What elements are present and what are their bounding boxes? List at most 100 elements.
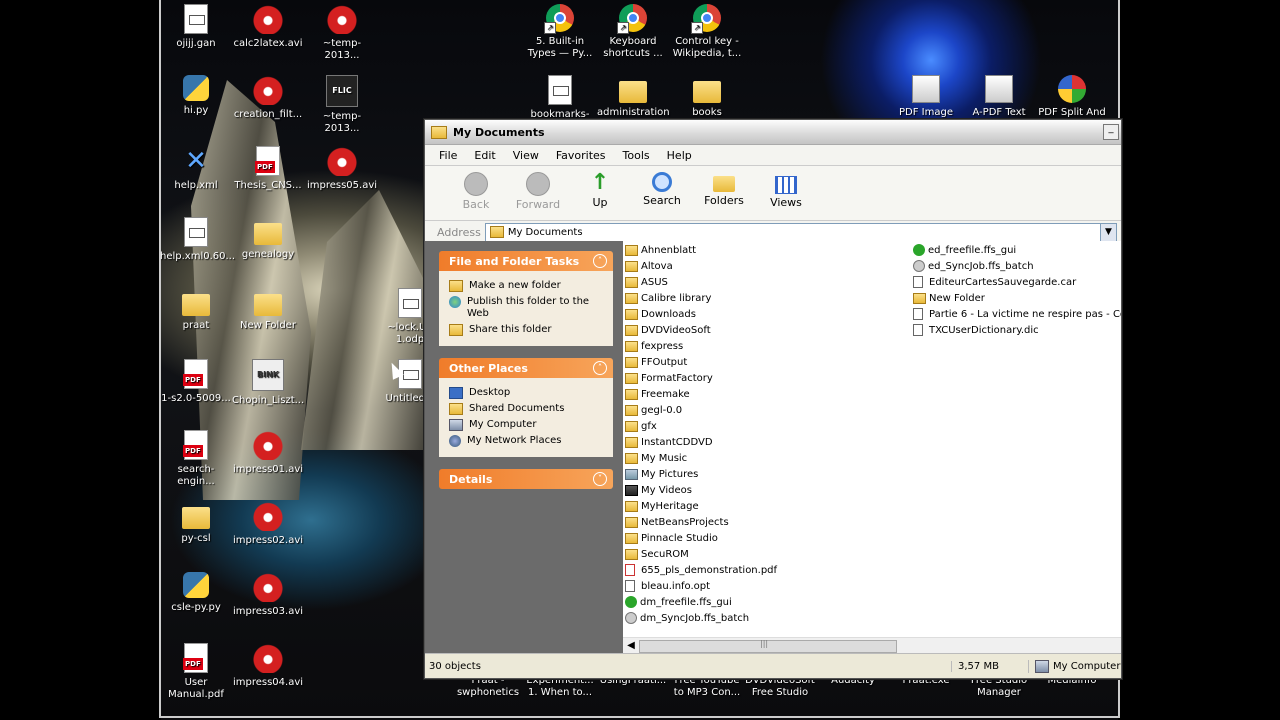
file-item[interactable]: Downloads — [625, 306, 777, 322]
desktop-icon-item[interactable]: User Manual.pdf — [160, 643, 232, 701]
title-bar[interactable]: My Documents _ — [425, 120, 1121, 145]
desktop-icon-item[interactable]: ~temp-2013... — [306, 4, 378, 62]
file-item[interactable]: ed_SyncJob.ffs_batch — [913, 258, 1121, 274]
desktop-icon-item[interactable]: search-engin... — [160, 430, 232, 488]
file-item[interactable]: Calibre library — [625, 290, 777, 306]
chevron-up-icon[interactable]: ˄ — [593, 361, 607, 375]
up-button[interactable]: ↑ Up — [569, 170, 631, 210]
file-item[interactable]: SecuROM — [625, 546, 777, 562]
desktop-icon-item[interactable]: 5. Built-in Types — Py... — [524, 4, 596, 60]
task-publish-web[interactable]: Publish this folder to the Web — [449, 296, 607, 320]
place-desktop[interactable]: Desktop — [449, 387, 607, 399]
desktop-icon-label: PDF Split And — [1038, 107, 1106, 118]
desktop-icon-item[interactable]: BINK Chopin_Liszt... — [232, 359, 304, 407]
scroll-left-icon[interactable]: ◀ — [625, 639, 637, 652]
desktop-icon-item[interactable]: impress03.avi — [232, 572, 304, 618]
file-folder-tasks-header[interactable]: File and Folder Tasks ˄ — [439, 251, 613, 271]
desktop-icon-item[interactable]: PDF Image — [890, 75, 962, 119]
desktop-icon-item[interactable]: impress01.avi — [232, 430, 304, 476]
search-button[interactable]: Search — [631, 170, 693, 207]
desktop-icon-item[interactable]: 1-s2.0-5009... — [160, 359, 232, 405]
desktop-icon-item[interactable]: administration — [597, 75, 670, 119]
desktop-icon-item[interactable]: impress04.avi — [232, 643, 304, 689]
other-places-header[interactable]: Other Places ˄ — [439, 358, 613, 378]
file-item[interactable]: gegl-0.0 — [625, 402, 777, 418]
folder-icon — [625, 292, 638, 304]
desktop-icon-item[interactable]: PDF Split And — [1036, 75, 1108, 119]
menu-edit[interactable]: Edit — [474, 149, 495, 162]
folders-button[interactable]: Folders — [693, 170, 755, 207]
horizontal-scrollbar[interactable]: ◀ — [623, 637, 1121, 654]
file-item[interactable]: ASUS — [625, 274, 777, 290]
menu-help[interactable]: Help — [667, 149, 692, 162]
file-item[interactable]: MyHeritage — [625, 498, 777, 514]
desktop-icon-item[interactable]: impress05.avi — [306, 146, 378, 192]
file-item[interactable]: Freemake — [625, 386, 777, 402]
desktop-icon-item[interactable]: hi.py — [160, 75, 232, 117]
file-item[interactable]: My Videos — [625, 482, 777, 498]
chevron-down-icon[interactable]: ˅ — [593, 472, 607, 486]
file-item[interactable]: My Pictures — [625, 466, 777, 482]
scroll-thumb[interactable] — [639, 639, 897, 653]
desktop-icon-item[interactable]: help.xml0.60... — [160, 217, 235, 263]
file-item[interactable]: DVDVideoSoft — [625, 322, 777, 338]
file-item[interactable]: dm_freefile.ffs_gui — [625, 594, 777, 610]
minimize-button[interactable]: _ — [1103, 124, 1119, 140]
file-item[interactable]: ed_freefile.ffs_gui — [913, 242, 1121, 258]
place-shared-documents[interactable]: Shared Documents — [449, 403, 607, 415]
place-my-computer[interactable]: My Computer — [449, 419, 607, 431]
explorer-window[interactable]: My Documents _ File Edit View Favorites … — [424, 119, 1122, 679]
desktop-icon-item[interactable]: csle-py.py — [160, 572, 232, 614]
menu-file[interactable]: File — [439, 149, 457, 162]
desktop-icon-item[interactable]: impress02.avi — [232, 501, 304, 547]
file-item[interactable]: bleau.info.opt — [625, 578, 777, 594]
file-item[interactable]: TXCUserDictionary.dic — [913, 322, 1121, 338]
file-item[interactable]: dm_SyncJob.ffs_batch — [625, 610, 777, 626]
file-item[interactable]: fexpress — [625, 338, 777, 354]
desktop-icon-item[interactable]: genealogy — [232, 217, 304, 261]
desktop-icon-item[interactable]: A-PDF Text — [963, 75, 1035, 119]
details-header[interactable]: Details ˅ — [439, 469, 613, 489]
file-item[interactable]: gfx — [625, 418, 777, 434]
back-button[interactable]: Back — [445, 170, 507, 211]
task-make-folder[interactable]: Make a new folder — [449, 280, 607, 292]
file-item[interactable]: Altova — [625, 258, 777, 274]
menu-favorites[interactable]: Favorites — [556, 149, 606, 162]
views-button[interactable]: Views — [755, 170, 817, 209]
chevron-down-icon[interactable]: ▼ — [1100, 223, 1116, 241]
menu-view[interactable]: View — [513, 149, 539, 162]
menu-tools[interactable]: Tools — [623, 149, 650, 162]
desktop-icon-item[interactable]: New Folder — [232, 288, 304, 332]
file-item[interactable]: My Music — [625, 450, 777, 466]
desktop-icon-item[interactable]: FLIC ~temp-2013... — [306, 75, 378, 135]
file-item[interactable]: InstantCDDVD — [625, 434, 777, 450]
desktop-icon-item[interactable]: Thesis_CNS... — [232, 146, 304, 192]
forward-button[interactable]: Forward — [507, 170, 569, 211]
place-network[interactable]: My Network Places — [449, 435, 607, 447]
desktop-icon-item[interactable]: py-csl — [160, 501, 232, 545]
file-item[interactable]: New Folder — [913, 290, 1121, 306]
desktop-icon-item[interactable]: ✕ help.xml — [160, 146, 232, 192]
file-list[interactable]: Ahnenblatt Altova ASUS Calibre library Downl… — [623, 241, 1121, 654]
file-item[interactable]: 655_pls_demonstration.pdf — [625, 562, 777, 578]
file-item[interactable]: Pinnacle Studio — [625, 530, 777, 546]
desktop-icon-item[interactable]: books — [671, 75, 743, 119]
file-item[interactable]: EditeurCartesSauvegarde.car — [913, 274, 1121, 290]
desktop-icon-item[interactable]: creation_filt... — [232, 75, 304, 121]
file-item[interactable]: NetBeansProjects — [625, 514, 777, 530]
desktop-icon-item[interactable]: Keyboard shortcuts ... — [597, 4, 669, 60]
task-share-folder[interactable]: Share this folder — [449, 324, 607, 336]
desktop-icon-item[interactable]: praat — [160, 288, 232, 332]
file-name: DVDVideoSoft — [641, 324, 711, 336]
file-item[interactable]: Ahnenblatt — [625, 242, 777, 258]
chevron-up-icon[interactable]: ˄ — [593, 254, 607, 268]
file-item[interactable]: Partie 6 - La victime ne respire pas - C… — [913, 306, 1121, 322]
desktop-icon-item[interactable]: ojijj.gan — [160, 4, 232, 50]
desktop-icon-item[interactable]: calc2latex.avi — [232, 4, 304, 50]
file-item[interactable]: FFOutput — [625, 354, 777, 370]
desktop-icon-item[interactable]: Control key - Wikipedia, t... — [671, 4, 743, 60]
file-item[interactable]: FormatFactory — [625, 370, 777, 386]
address-input[interactable]: My Documents ▼ — [484, 222, 1117, 242]
document-icon — [548, 75, 572, 105]
folder-icon — [625, 548, 638, 560]
